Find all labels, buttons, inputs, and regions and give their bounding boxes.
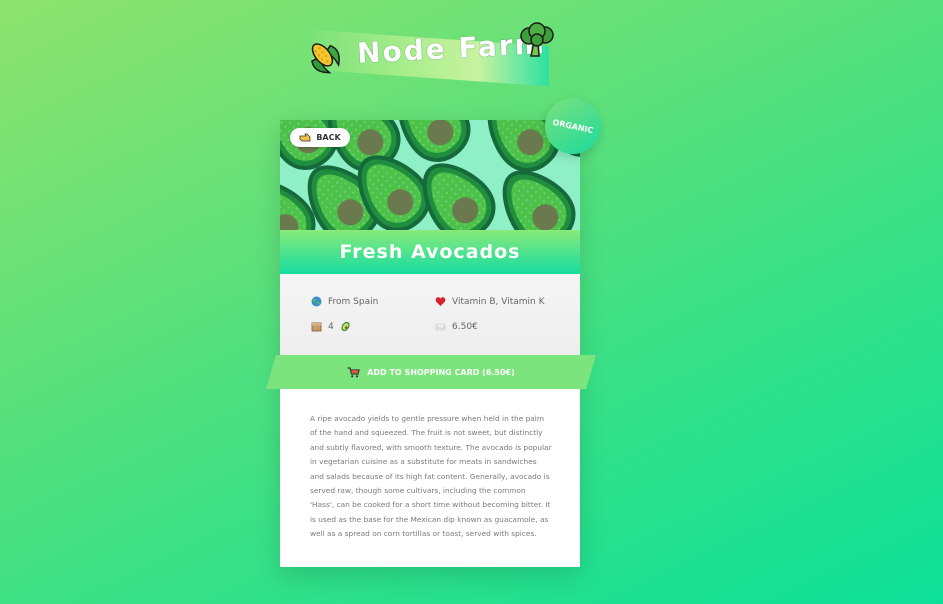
corn-icon (311, 43, 340, 74)
product-name: Fresh Avocados (339, 241, 521, 263)
nutrients-text: Vitamin B, Vitamin K (452, 296, 545, 307)
price-detail: 6.50€ (435, 321, 478, 332)
pointing-hand-icon (299, 133, 311, 142)
avocado-icon (341, 321, 350, 332)
quantity-detail: 4 (311, 321, 351, 332)
origin-text: From Spain (328, 296, 379, 307)
price-text: 6.50€ (452, 321, 478, 332)
product-name-bar: Fresh Avocados (280, 230, 580, 274)
back-label: BACK (316, 133, 341, 142)
page-header: Node Farm (305, 22, 555, 87)
origin-detail: From Spain (311, 296, 378, 307)
add-to-cart-label: ADD TO SHOPPING CARD (6.50€) (367, 367, 515, 377)
heart-icon (435, 297, 446, 306)
box-icon (311, 322, 322, 332)
back-button[interactable]: BACK (290, 128, 350, 147)
nutrients-detail: Vitamin B, Vitamin K (435, 296, 544, 307)
money-icon (435, 323, 446, 331)
organic-label: ORGANIC (551, 117, 595, 135)
quantity-text: 4 (328, 321, 334, 332)
product-image: BACK (280, 120, 580, 230)
broccoli-icon (520, 22, 554, 57)
globe-icon (311, 296, 322, 307)
add-to-cart-button[interactable]: ADD TO SHOPPING CARD (6.50€) (266, 355, 596, 389)
cart-icon (347, 366, 360, 377)
product-description: A ripe avocado yields to gentle pressure… (310, 414, 552, 539)
product-card: BACK ORGANIC Fresh Avocados From Spain V… (266, 92, 607, 567)
